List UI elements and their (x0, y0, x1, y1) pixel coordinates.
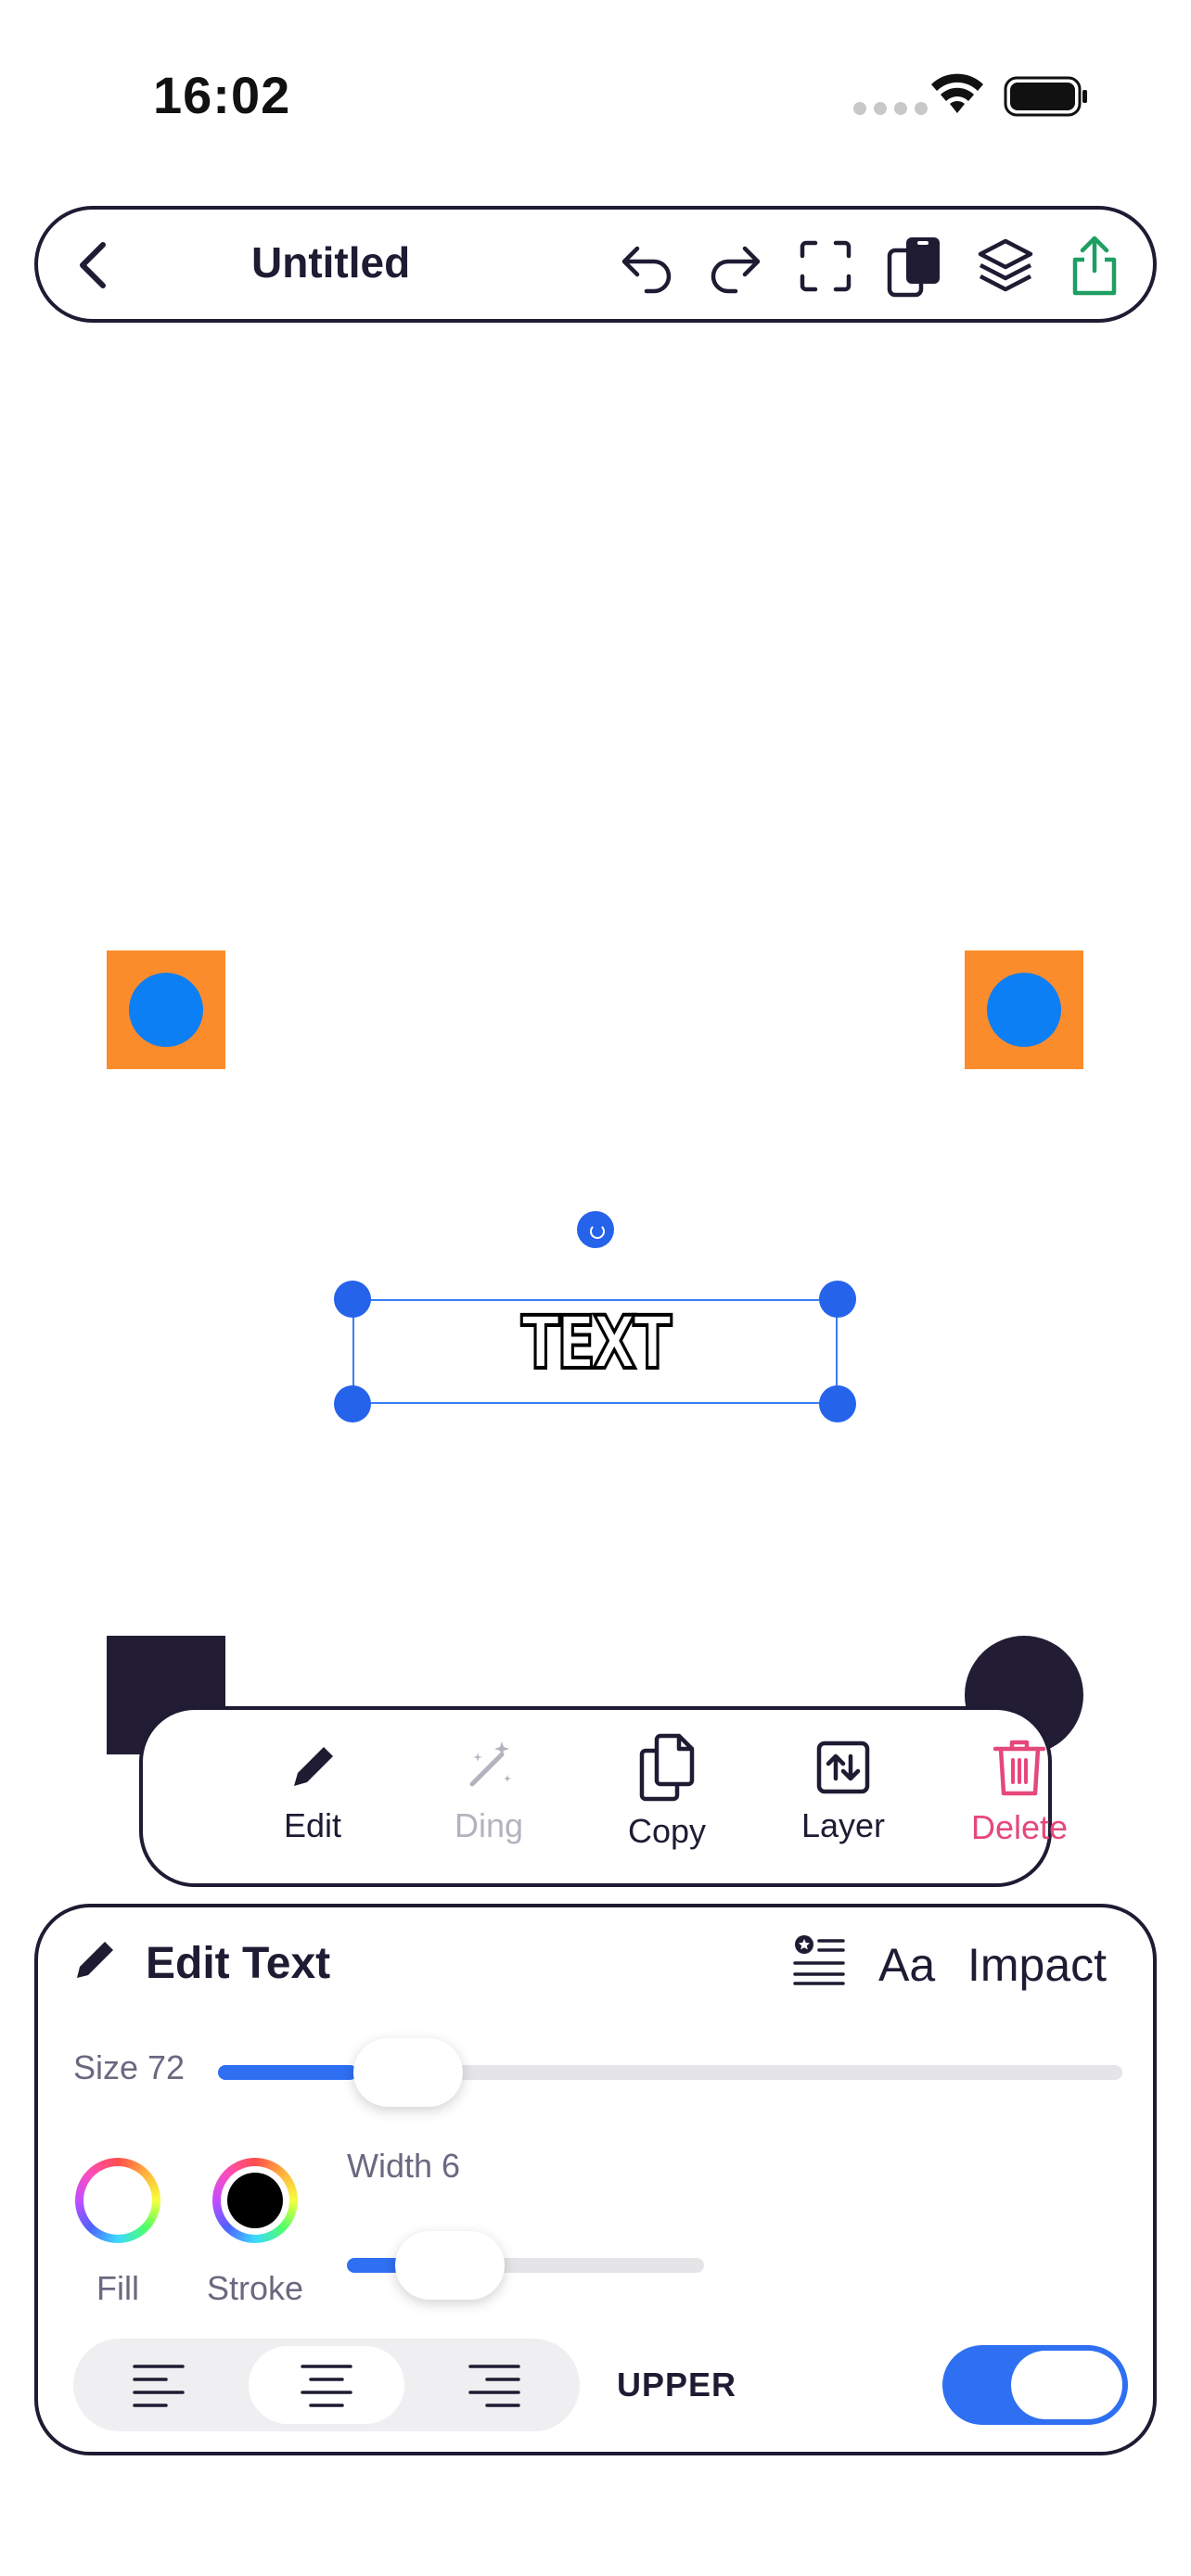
rotate-handle[interactable] (577, 1211, 614, 1248)
context-layer-label: Layer (800, 1806, 886, 1844)
top-toolbar: Untitled (34, 206, 1157, 323)
trash-icon (992, 1740, 1046, 1796)
panel-title: Edit Text (146, 1939, 331, 1988)
document-title[interactable]: Untitled (251, 237, 410, 287)
uppercase-toggle[interactable] (942, 2345, 1128, 2425)
font-family-button[interactable]: Impact (967, 1938, 1107, 1992)
toggle-knob (1011, 2351, 1122, 2419)
align-left-button[interactable] (81, 2346, 237, 2424)
font-size-toggle-button[interactable]: Aa (878, 1938, 935, 1992)
pencil-icon (294, 1747, 333, 1786)
canvas-blue-circle (987, 973, 1061, 1047)
layers-icon[interactable] (973, 234, 1038, 299)
align-right-button[interactable] (416, 2346, 572, 2424)
resize-handle-bottom-right[interactable] (819, 1385, 856, 1422)
context-delete-label: Delete (970, 1808, 1069, 1846)
fill-color-button[interactable] (75, 2158, 160, 2243)
width-label: Width 6 (347, 2147, 461, 2185)
fullscreen-icon[interactable] (793, 234, 858, 299)
canvas-orange-square-left[interactable] (107, 950, 225, 1069)
cellular-signal-icon (853, 102, 928, 115)
canvas-blue-circle (129, 973, 203, 1047)
alignment-segmented-control (73, 2339, 580, 2431)
share-icon[interactable] (1062, 234, 1127, 299)
align-center-icon (301, 2365, 352, 2407)
context-ding-button[interactable]: Ding (419, 1738, 558, 1845)
size-slider-thumb[interactable] (353, 2038, 463, 2107)
status-time: 16:02 (153, 66, 291, 124)
align-right-icon (468, 2365, 520, 2407)
context-edit-label: Edit (283, 1806, 342, 1844)
magic-wand-icon (469, 1741, 511, 1787)
context-copy-button[interactable]: Copy (597, 1732, 736, 1851)
stroke-label: Stroke (206, 2269, 304, 2307)
context-copy-label: Copy (627, 1812, 707, 1850)
align-left-icon (133, 2365, 185, 2407)
copy-icon (639, 1733, 695, 1802)
size-label: Size 72 (73, 2048, 186, 2086)
align-center-button[interactable] (249, 2346, 404, 2424)
context-layer-button[interactable]: Layer (774, 1738, 913, 1845)
canvas-orange-square-right[interactable] (965, 950, 1083, 1069)
width-slider-thumb[interactable] (395, 2231, 505, 2300)
redo-icon[interactable] (702, 234, 767, 299)
pencil-icon (77, 1942, 113, 1978)
resize-handle-bottom-left[interactable] (334, 1385, 371, 1422)
layer-swap-icon (816, 1741, 870, 1794)
edit-text-panel: Edit Text Aa Impact Size 72 Fill Stroke … (34, 1904, 1157, 2455)
canvas-text-element[interactable]: TEXT (406, 1300, 785, 1387)
size-slider-fill (218, 2065, 357, 2080)
battery-icon (1004, 76, 1087, 117)
device-copy-icon[interactable] (882, 234, 947, 299)
wifi-icon (931, 73, 983, 113)
undo-icon[interactable] (615, 234, 680, 299)
stroke-color-button[interactable] (212, 2158, 298, 2243)
context-delete-button[interactable]: Delete (950, 1736, 1089, 1847)
text-style-list-icon[interactable] (791, 1932, 847, 1987)
back-chevron-icon[interactable] (66, 236, 125, 295)
context-ding-label: Ding (454, 1806, 524, 1844)
fill-label: Fill (96, 2269, 139, 2307)
context-edit-button[interactable]: Edit (243, 1738, 382, 1845)
context-menu: Edit Ding Copy Layer Delete (139, 1706, 1068, 1887)
resize-handle-top-left[interactable] (334, 1281, 371, 1318)
uppercase-label: UPPER (617, 2366, 737, 2404)
resize-handle-top-right[interactable] (819, 1281, 856, 1318)
